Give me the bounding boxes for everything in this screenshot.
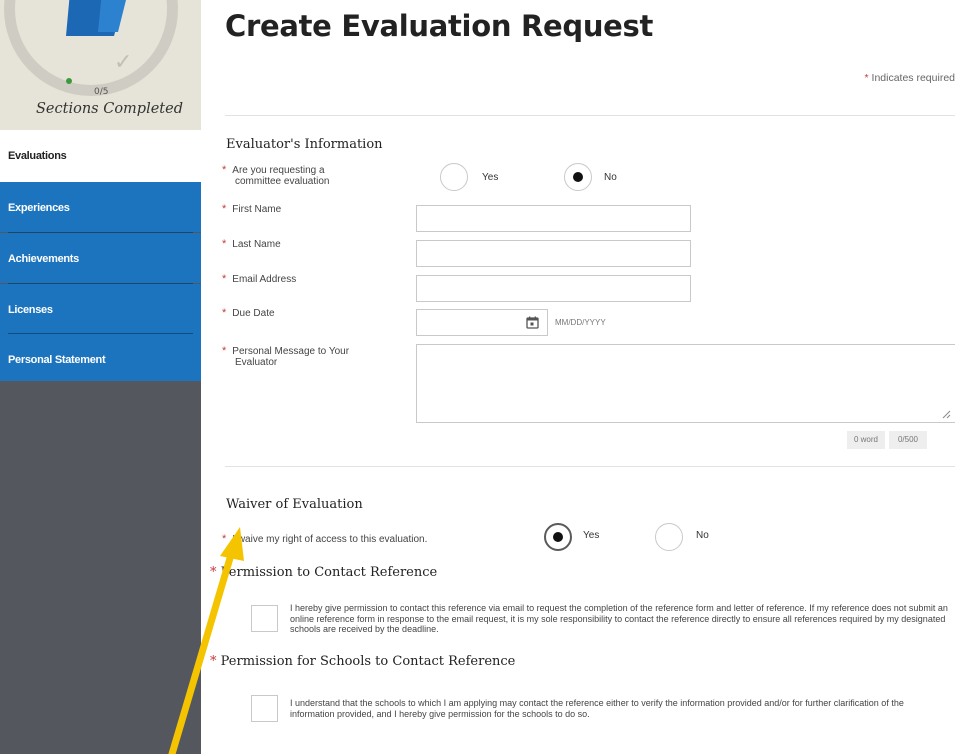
- email-field[interactable]: [416, 275, 691, 302]
- required-star: *: [210, 654, 217, 669]
- sidebar-item-licenses[interactable]: Licenses: [0, 284, 201, 334]
- section-divider: [225, 466, 955, 467]
- sidebar-item-label: Personal Statement: [8, 354, 106, 366]
- permission-contact-text: I hereby give permission to contact this…: [290, 603, 948, 634]
- checkmark-icon: ✓: [114, 50, 133, 75]
- committee-no-label: No: [604, 172, 617, 183]
- first-name-field[interactable]: [416, 205, 691, 232]
- personal-message-label: * Personal Message to Your Evaluator: [222, 345, 350, 369]
- waiver-question-label: * I waive my right of access to this eval…: [222, 533, 428, 546]
- due-date-field[interactable]: [416, 309, 548, 336]
- sidebar-item-experiences[interactable]: Experiences: [0, 182, 201, 232]
- progress-label: Sections Completed: [36, 101, 183, 117]
- required-star: *: [222, 533, 227, 545]
- sidebar-item-label: Licenses: [8, 304, 53, 316]
- calendar-icon[interactable]: [526, 316, 539, 329]
- waiver-no-label: No: [696, 530, 709, 541]
- required-star: *: [222, 203, 227, 215]
- due-date-format-hint: MM/DD/YYYY: [555, 318, 606, 327]
- committee-no-radio[interactable]: [564, 163, 592, 191]
- sidebar-item-label: Experiences: [8, 202, 70, 214]
- email-label: * Email Address: [222, 273, 297, 286]
- committee-yes-label: Yes: [482, 172, 499, 183]
- permission-schools-title: * Permission for Schools to Contact Refe…: [210, 654, 516, 669]
- required-star: *: [222, 345, 227, 357]
- section-title-evaluator: Evaluator's Information: [226, 137, 383, 152]
- sidebar-item-label: Achievements: [8, 253, 79, 265]
- progress-widget: ✓ 0/5 Sections Completed: [0, 0, 201, 130]
- folder-icon: [66, 0, 126, 36]
- required-note: * Indicates required: [865, 72, 955, 84]
- character-count: 0/500: [889, 431, 927, 449]
- required-note-text: Indicates required: [871, 72, 955, 84]
- sidebar-item-achievements[interactable]: Achievements: [0, 233, 201, 283]
- permission-contact-checkbox[interactable]: [251, 605, 278, 632]
- permission-contact-title: * Permission to Contact Reference: [210, 565, 438, 580]
- permission-schools-checkbox[interactable]: [251, 695, 278, 722]
- waiver-yes-radio[interactable]: [544, 523, 572, 551]
- required-star: *: [222, 273, 227, 285]
- required-star: *: [222, 238, 227, 250]
- sidebar-item-label: Evaluations: [8, 150, 67, 162]
- sidebar: ✓ 0/5 Sections Completed Evaluations Exp…: [0, 0, 201, 754]
- page-title: Create Evaluation Request: [225, 9, 654, 43]
- progress-count: 0/5: [94, 87, 109, 97]
- progress-indicator-dot: [66, 78, 72, 84]
- waiver-no-radio[interactable]: [655, 523, 683, 551]
- personal-message-textarea[interactable]: [416, 344, 955, 423]
- sidebar-item-personal-statement[interactable]: Personal Statement: [0, 334, 201, 381]
- sidebar-item-evaluations[interactable]: Evaluations: [0, 130, 201, 182]
- section-title-waiver: Waiver of Evaluation: [226, 497, 363, 512]
- last-name-field[interactable]: [416, 240, 691, 267]
- required-star: *: [210, 565, 217, 580]
- due-date-label: * Due Date: [222, 307, 275, 320]
- section-divider: [225, 115, 955, 116]
- required-star: *: [222, 164, 227, 176]
- required-star: *: [222, 307, 227, 319]
- last-name-label: * Last Name: [222, 238, 281, 251]
- committee-question-label: * Are you requesting a committee evaluati…: [222, 164, 330, 188]
- resize-grip-icon[interactable]: [941, 409, 951, 419]
- committee-yes-radio[interactable]: [440, 163, 468, 191]
- permission-schools-text: I understand that the schools to which I…: [290, 698, 904, 719]
- waiver-yes-label: Yes: [583, 530, 600, 541]
- word-count: 0 word: [847, 431, 885, 449]
- first-name-label: * First Name: [222, 203, 282, 216]
- required-star: *: [864, 72, 869, 84]
